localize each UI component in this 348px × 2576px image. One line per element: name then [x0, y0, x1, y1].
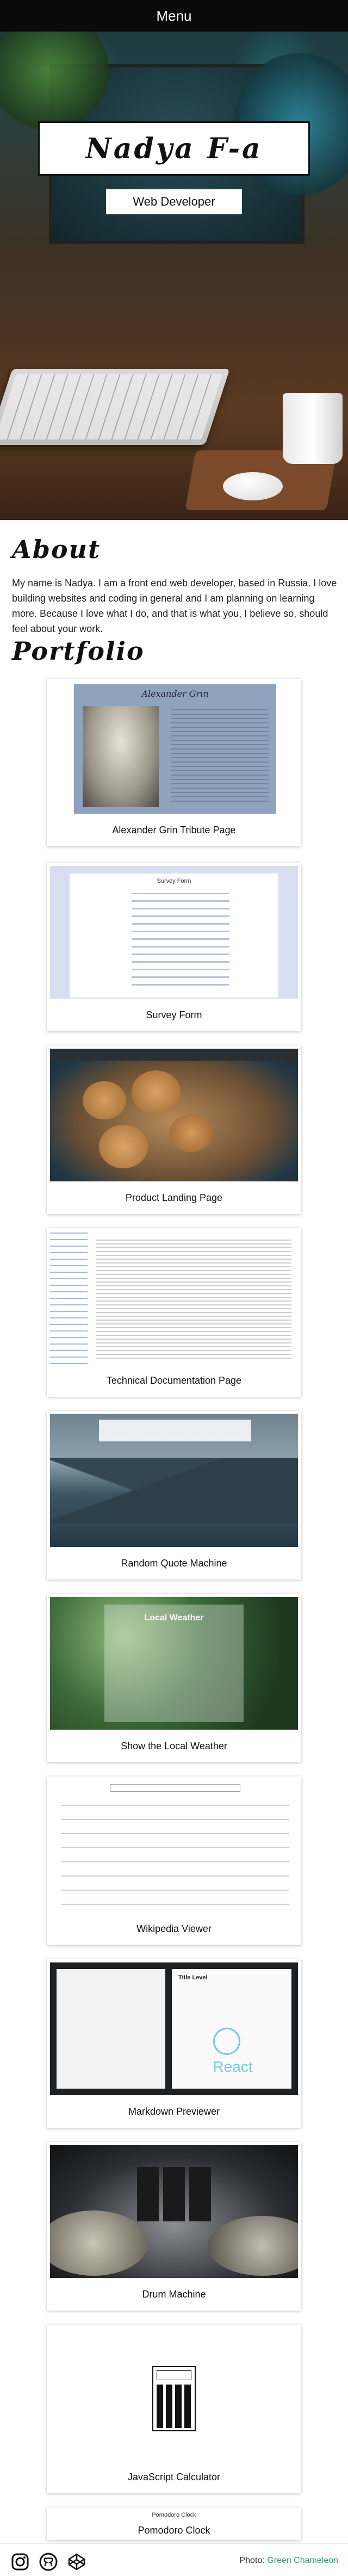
- footer: Photo: Green Chameleon: [0, 2543, 348, 2576]
- project-thumbnail: [50, 1049, 298, 1181]
- hero-keyboard-image: [0, 369, 230, 445]
- thumb-title: Alexander Grin: [141, 689, 209, 699]
- project-title[interactable]: Show the Local Weather: [47, 1741, 301, 1752]
- search-input-thumb: [110, 1784, 240, 1792]
- photo-credit: Photo: Green Chameleon: [240, 2556, 338, 2566]
- project-title[interactable]: Alexander Grin Tribute Page: [47, 825, 301, 836]
- hero-name: Nadya F-a: [85, 132, 263, 165]
- project-thumbnail: [50, 1414, 298, 1547]
- portrait-image: [83, 706, 159, 807]
- thumb-title: Local Weather: [144, 1613, 204, 1623]
- top-nav: Menu: [0, 0, 348, 32]
- project-thumbnail: Title Level React: [50, 1962, 298, 2095]
- portfolio-heading: Portfolio: [12, 636, 145, 666]
- portfolio-card[interactable]: Title Level React Markdown Previewer: [47, 1959, 301, 2128]
- portfolio-card[interactable]: Survey Form Survey Form: [47, 863, 301, 1031]
- codepen-icon[interactable]: [67, 2553, 86, 2571]
- hero-section: Nadya F-a Web Developer: [0, 32, 348, 520]
- project-title[interactable]: Technical Documentation Page: [47, 1375, 301, 1386]
- project-title[interactable]: Drum Machine: [47, 2289, 301, 2300]
- thumb-title: Survey Form: [157, 878, 191, 884]
- cookie-image: [170, 1114, 213, 1152]
- react-logo-icon: [213, 2028, 240, 2055]
- portfolio-card[interactable]: Local Weather Show the Local Weather: [47, 1594, 301, 1762]
- portfolio-card[interactable]: JavaScript Calculator: [47, 2325, 301, 2493]
- hero-role: Web Developer: [133, 195, 215, 208]
- portfolio-card[interactable]: Product Landing Page: [47, 1045, 301, 1214]
- portfolio-card[interactable]: Pomodoro Clock Pomodoro Clock: [47, 2507, 301, 2540]
- portfolio-card[interactable]: Wikipedia Viewer: [47, 1776, 301, 1945]
- project-thumbnail: [50, 1231, 298, 1364]
- project-title[interactable]: Product Landing Page: [47, 1192, 301, 1204]
- project-thumbnail: [50, 1780, 298, 1912]
- calculator-icon: [152, 2366, 196, 2431]
- project-thumbnail: [50, 2328, 298, 2461]
- portfolio-card[interactable]: Technical Documentation Page: [47, 1228, 301, 1397]
- about-heading: About: [12, 535, 101, 564]
- instagram-icon[interactable]: [11, 2553, 29, 2571]
- portfolio-card[interactable]: Random Quote Machine: [47, 1411, 301, 1580]
- portfolio-card[interactable]: Drum Machine: [47, 2142, 301, 2311]
- hero-name-box: Nadya F-a: [38, 121, 310, 176]
- project-title[interactable]: Survey Form: [47, 1010, 301, 1021]
- cookie-image: [132, 1070, 181, 1114]
- about-text: My name is Nadya. I am a front end web d…: [12, 578, 337, 634]
- project-title[interactable]: JavaScript Calculator: [47, 2472, 301, 2483]
- project-title[interactable]: Markdown Previewer: [47, 2106, 301, 2117]
- thumb-react-word: React: [213, 2058, 253, 2075]
- project-title[interactable]: Wikipedia Viewer: [47, 1923, 301, 1935]
- menu-button[interactable]: Menu: [156, 8, 191, 24]
- hero-mouse-image: [223, 472, 283, 500]
- project-thumbnail: [50, 2145, 298, 2278]
- github-icon[interactable]: [39, 2553, 58, 2571]
- cookie-image: [99, 1125, 148, 1168]
- hero-plant-image: [0, 32, 109, 129]
- cookie-image: [83, 1081, 126, 1119]
- drum-pads: [137, 2167, 211, 2221]
- thumb-title: Pomodoro Clock: [152, 2512, 196, 2518]
- project-title[interactable]: Pomodoro Clock: [47, 2525, 301, 2536]
- project-thumbnail: Alexander Grin: [50, 682, 298, 815]
- project-thumbnail: Local Weather: [50, 1597, 298, 1730]
- photo-credit-prefix: Photo:: [239, 2556, 268, 2565]
- project-thumbnail: Survey Form: [50, 866, 298, 999]
- quote-box: [99, 1420, 251, 1441]
- portfolio-card[interactable]: Alexander Grin Alexander Grin Tribute Pa…: [47, 679, 301, 846]
- hero-role-box: Web Developer: [106, 189, 242, 214]
- thumb-heading: Title Level: [178, 1974, 208, 1981]
- hero-mug-image: [283, 393, 343, 464]
- project-title[interactable]: Random Quote Machine: [47, 1558, 301, 1569]
- photo-credit-link[interactable]: Green Chameleon: [267, 2556, 338, 2565]
